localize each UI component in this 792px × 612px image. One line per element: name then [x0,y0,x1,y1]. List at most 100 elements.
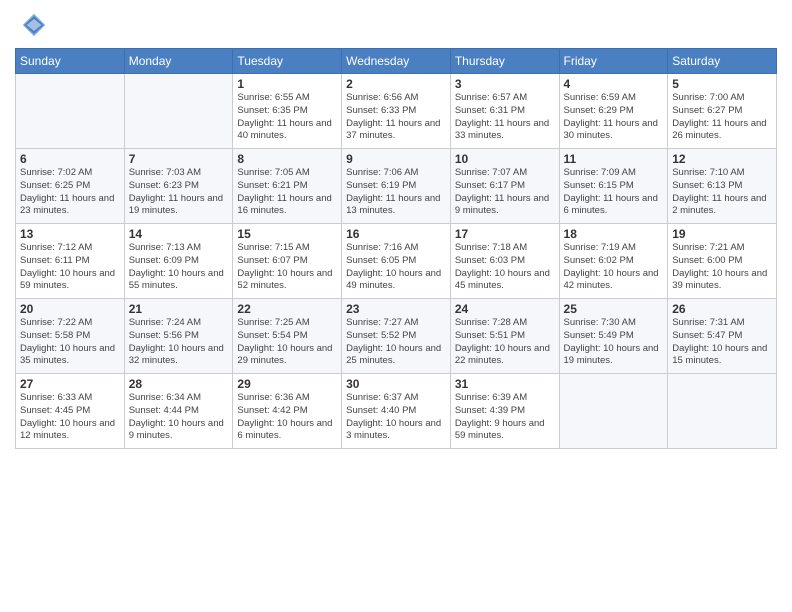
day-info: Sunrise: 7:24 AM Sunset: 5:56 PM Dayligh… [129,317,229,368]
day-number: 29 [237,377,337,391]
calendar-cell: 21Sunrise: 7:24 AM Sunset: 5:56 PM Dayli… [124,299,233,374]
day-number: 18 [564,227,664,241]
day-number: 1 [237,77,337,91]
day-info: Sunrise: 6:59 AM Sunset: 6:29 PM Dayligh… [564,92,664,143]
day-number: 22 [237,302,337,316]
day-info: Sunrise: 7:19 AM Sunset: 6:02 PM Dayligh… [564,242,664,293]
calendar-cell: 8Sunrise: 7:05 AM Sunset: 6:21 PM Daylig… [233,149,342,224]
calendar-cell: 15Sunrise: 7:15 AM Sunset: 6:07 PM Dayli… [233,224,342,299]
calendar-cell: 1Sunrise: 6:55 AM Sunset: 6:35 PM Daylig… [233,74,342,149]
day-number: 30 [346,377,446,391]
day-header-friday: Friday [559,49,668,74]
calendar-cell: 9Sunrise: 7:06 AM Sunset: 6:19 PM Daylig… [342,149,451,224]
day-info: Sunrise: 7:13 AM Sunset: 6:09 PM Dayligh… [129,242,229,293]
page: SundayMondayTuesdayWednesdayThursdayFrid… [0,0,792,612]
calendar-cell: 16Sunrise: 7:16 AM Sunset: 6:05 PM Dayli… [342,224,451,299]
calendar-cell: 13Sunrise: 7:12 AM Sunset: 6:11 PM Dayli… [16,224,125,299]
header [15,10,777,40]
day-number: 2 [346,77,446,91]
day-number: 10 [455,152,555,166]
day-info: Sunrise: 7:25 AM Sunset: 5:54 PM Dayligh… [237,317,337,368]
day-info: Sunrise: 7:05 AM Sunset: 6:21 PM Dayligh… [237,167,337,218]
day-number: 21 [129,302,229,316]
week-row-1: 1Sunrise: 6:55 AM Sunset: 6:35 PM Daylig… [16,74,777,149]
day-info: Sunrise: 7:07 AM Sunset: 6:17 PM Dayligh… [455,167,555,218]
calendar-cell: 6Sunrise: 7:02 AM Sunset: 6:25 PM Daylig… [16,149,125,224]
calendar-cell: 20Sunrise: 7:22 AM Sunset: 5:58 PM Dayli… [16,299,125,374]
calendar-cell: 23Sunrise: 7:27 AM Sunset: 5:52 PM Dayli… [342,299,451,374]
calendar-cell: 28Sunrise: 6:34 AM Sunset: 4:44 PM Dayli… [124,374,233,449]
day-info: Sunrise: 6:34 AM Sunset: 4:44 PM Dayligh… [129,392,229,443]
calendar-cell: 4Sunrise: 6:59 AM Sunset: 6:29 PM Daylig… [559,74,668,149]
calendar-cell [124,74,233,149]
day-info: Sunrise: 7:31 AM Sunset: 5:47 PM Dayligh… [672,317,772,368]
day-info: Sunrise: 6:56 AM Sunset: 6:33 PM Dayligh… [346,92,446,143]
calendar-cell: 30Sunrise: 6:37 AM Sunset: 4:40 PM Dayli… [342,374,451,449]
calendar-cell: 5Sunrise: 7:00 AM Sunset: 6:27 PM Daylig… [668,74,777,149]
calendar-cell [668,374,777,449]
day-header-saturday: Saturday [668,49,777,74]
day-number: 3 [455,77,555,91]
day-header-tuesday: Tuesday [233,49,342,74]
day-header-sunday: Sunday [16,49,125,74]
day-info: Sunrise: 7:18 AM Sunset: 6:03 PM Dayligh… [455,242,555,293]
week-row-2: 6Sunrise: 7:02 AM Sunset: 6:25 PM Daylig… [16,149,777,224]
calendar-cell [559,374,668,449]
day-info: Sunrise: 7:21 AM Sunset: 6:00 PM Dayligh… [672,242,772,293]
day-info: Sunrise: 7:16 AM Sunset: 6:05 PM Dayligh… [346,242,446,293]
day-number: 19 [672,227,772,241]
calendar-cell: 26Sunrise: 7:31 AM Sunset: 5:47 PM Dayli… [668,299,777,374]
calendar-cell: 29Sunrise: 6:36 AM Sunset: 4:42 PM Dayli… [233,374,342,449]
day-number: 5 [672,77,772,91]
day-number: 13 [20,227,120,241]
day-number: 25 [564,302,664,316]
day-number: 20 [20,302,120,316]
calendar-cell: 22Sunrise: 7:25 AM Sunset: 5:54 PM Dayli… [233,299,342,374]
calendar-cell: 27Sunrise: 6:33 AM Sunset: 4:45 PM Dayli… [16,374,125,449]
calendar-cell: 2Sunrise: 6:56 AM Sunset: 6:33 PM Daylig… [342,74,451,149]
day-number: 8 [237,152,337,166]
day-info: Sunrise: 6:36 AM Sunset: 4:42 PM Dayligh… [237,392,337,443]
calendar-cell: 7Sunrise: 7:03 AM Sunset: 6:23 PM Daylig… [124,149,233,224]
calendar-cell: 11Sunrise: 7:09 AM Sunset: 6:15 PM Dayli… [559,149,668,224]
calendar-cell: 31Sunrise: 6:39 AM Sunset: 4:39 PM Dayli… [450,374,559,449]
day-number: 4 [564,77,664,91]
day-info: Sunrise: 7:06 AM Sunset: 6:19 PM Dayligh… [346,167,446,218]
calendar-cell: 17Sunrise: 7:18 AM Sunset: 6:03 PM Dayli… [450,224,559,299]
day-number: 6 [20,152,120,166]
calendar-cell: 3Sunrise: 6:57 AM Sunset: 6:31 PM Daylig… [450,74,559,149]
calendar-body: 1Sunrise: 6:55 AM Sunset: 6:35 PM Daylig… [16,74,777,449]
calendar-table: SundayMondayTuesdayWednesdayThursdayFrid… [15,48,777,449]
day-number: 11 [564,152,664,166]
day-info: Sunrise: 7:00 AM Sunset: 6:27 PM Dayligh… [672,92,772,143]
day-info: Sunrise: 7:27 AM Sunset: 5:52 PM Dayligh… [346,317,446,368]
day-info: Sunrise: 6:37 AM Sunset: 4:40 PM Dayligh… [346,392,446,443]
day-header-monday: Monday [124,49,233,74]
day-number: 26 [672,302,772,316]
day-header-thursday: Thursday [450,49,559,74]
day-number: 27 [20,377,120,391]
day-number: 7 [129,152,229,166]
calendar-cell: 14Sunrise: 7:13 AM Sunset: 6:09 PM Dayli… [124,224,233,299]
day-info: Sunrise: 6:55 AM Sunset: 6:35 PM Dayligh… [237,92,337,143]
day-header-row: SundayMondayTuesdayWednesdayThursdayFrid… [16,49,777,74]
day-info: Sunrise: 7:10 AM Sunset: 6:13 PM Dayligh… [672,167,772,218]
logo [15,10,51,40]
calendar-cell: 12Sunrise: 7:10 AM Sunset: 6:13 PM Dayli… [668,149,777,224]
calendar-cell: 10Sunrise: 7:07 AM Sunset: 6:17 PM Dayli… [450,149,559,224]
day-info: Sunrise: 7:30 AM Sunset: 5:49 PM Dayligh… [564,317,664,368]
day-header-wednesday: Wednesday [342,49,451,74]
day-info: Sunrise: 7:03 AM Sunset: 6:23 PM Dayligh… [129,167,229,218]
day-info: Sunrise: 6:57 AM Sunset: 6:31 PM Dayligh… [455,92,555,143]
week-row-5: 27Sunrise: 6:33 AM Sunset: 4:45 PM Dayli… [16,374,777,449]
day-info: Sunrise: 7:02 AM Sunset: 6:25 PM Dayligh… [20,167,120,218]
day-number: 9 [346,152,446,166]
day-info: Sunrise: 7:22 AM Sunset: 5:58 PM Dayligh… [20,317,120,368]
calendar-cell: 18Sunrise: 7:19 AM Sunset: 6:02 PM Dayli… [559,224,668,299]
day-number: 23 [346,302,446,316]
day-number: 28 [129,377,229,391]
calendar-cell [16,74,125,149]
day-info: Sunrise: 7:28 AM Sunset: 5:51 PM Dayligh… [455,317,555,368]
calendar-cell: 24Sunrise: 7:28 AM Sunset: 5:51 PM Dayli… [450,299,559,374]
day-number: 24 [455,302,555,316]
